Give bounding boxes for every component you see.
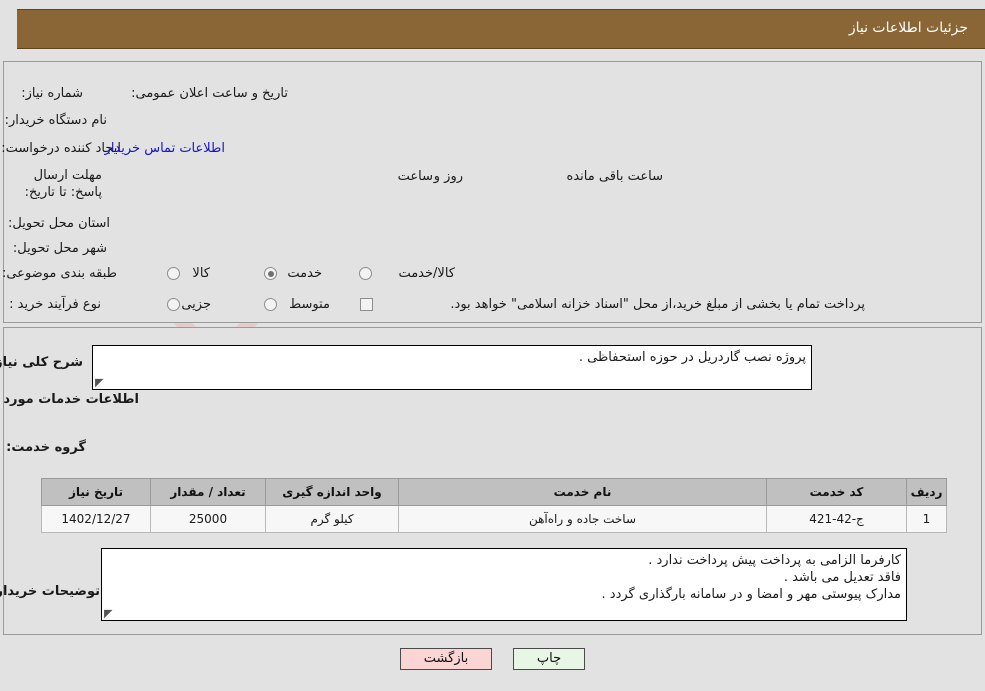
process-option-label-jozei: جزیی: [181, 297, 211, 312]
resize-grip-icon[interactable]: ◥: [104, 607, 114, 620]
category-option-label-kala: کالا: [192, 266, 210, 281]
page-title: جزئیات اطلاعات نیاز: [848, 20, 968, 36]
back-button[interactable]: بازگشت: [400, 648, 492, 670]
cell-quantity: 25000: [150, 505, 266, 533]
buyer-notes-line-1: کارفرما الزامی به پرداخت پیش پرداخت ندار…: [648, 553, 901, 568]
requester-label: ایجاد کننده درخواست:: [1, 141, 121, 156]
category-radio-kala-khedmat[interactable]: [359, 267, 372, 280]
column-header-unit: واحد اندازه گیری: [265, 478, 399, 506]
cell-service-name: ساخت جاده و راه‌آهن: [398, 505, 767, 533]
resize-grip-icon[interactable]: ◥: [95, 376, 105, 389]
column-header-quantity: تعداد / مقدار: [150, 478, 266, 506]
buyer-notes-textarea[interactable]: کارفرما الزامی به پرداخت پیش پرداخت ندار…: [101, 548, 907, 621]
buyer-contact-link[interactable]: اطلاعات تماس خریدار: [105, 141, 225, 157]
general-desc-text: پروژه نصب گاردریل در حوزه استحفاظی .: [578, 350, 806, 365]
category-option-label-kala-khedmat: کالا/خدمت: [398, 266, 455, 281]
category-radio-khedmat[interactable]: [264, 267, 277, 280]
general-desc-textarea[interactable]: پروژه نصب گاردریل در حوزه استحفاظی . ◥: [92, 345, 812, 390]
page-root: AniaTender.net جزئیات اطلاعات نیاز شماره…: [0, 0, 985, 691]
deadline-label: مهلت ارسال پاسخ: تا تاریخ:: [24, 168, 102, 200]
print-button[interactable]: چاپ: [513, 648, 585, 670]
remaining-days-label: روز و: [433, 169, 463, 184]
buyer-notes-line-3: مدارک پیوستی مهر و امضا و در سامانه بارگ…: [601, 587, 901, 602]
cell-unit: کیلو گرم: [265, 505, 399, 533]
category-option-label-khedmat: خدمت: [287, 266, 322, 281]
cell-service-code: ج-42-421: [766, 505, 907, 533]
general-desc-label: شرح کلی نیاز:: [0, 355, 83, 370]
column-header-need-date: تاریخ نیاز: [41, 478, 151, 506]
category-label: طبقه بندی موضوعی:: [1, 266, 117, 281]
window-title-bar: جزئیات اطلاعات نیاز: [17, 9, 985, 49]
treasury-bonds-checkbox[interactable]: [360, 298, 373, 311]
category-radio-kala[interactable]: [167, 267, 180, 280]
cell-index: 1: [906, 505, 947, 533]
buyer-org-label: نام دستگاه خریدار:: [4, 113, 107, 128]
need-number-label: شماره نیاز:: [21, 86, 83, 101]
process-radio-jozei[interactable]: [167, 298, 180, 311]
process-radio-motevaset[interactable]: [264, 298, 277, 311]
deadline-hour-label: ساعت: [397, 169, 433, 184]
remaining-time-label: ساعت باقی مانده: [566, 169, 663, 184]
buyer-notes-label: توضیحات خریدار:: [0, 584, 100, 599]
service-group-label: گروه خدمت:: [6, 440, 86, 455]
column-header-index: ردیف: [906, 478, 947, 506]
column-header-service-name: نام خدمت: [398, 478, 767, 506]
process-type-label: نوع فرآیند خرید :: [9, 297, 101, 312]
announce-datetime-label: تاریخ و ساعت اعلان عمومی:: [131, 86, 288, 101]
treasury-bonds-label: پرداخت تمام یا بخشی از مبلغ خرید،از محل …: [450, 297, 865, 312]
delivery-province-label: استان محل تحویل:: [8, 216, 110, 231]
table-header-row: ردیف کد خدمت نام خدمت واحد اندازه گیری ت…: [41, 478, 947, 506]
buyer-notes-line-2: فاقد تعدیل می باشد .: [783, 570, 901, 585]
table-row: 1 ج-42-421 ساخت جاده و راه‌آهن کیلو گرم …: [41, 505, 947, 533]
cell-need-date: 1402/12/27: [41, 505, 151, 533]
services-section-title: اطلاعات خدمات مورد نیاز: [0, 392, 139, 407]
process-option-label-motevaset: متوسط: [289, 297, 330, 312]
column-header-service-code: کد خدمت: [766, 478, 907, 506]
delivery-city-label: شهر محل تحویل:: [12, 241, 107, 256]
services-table: ردیف کد خدمت نام خدمت واحد اندازه گیری ت…: [41, 478, 947, 533]
